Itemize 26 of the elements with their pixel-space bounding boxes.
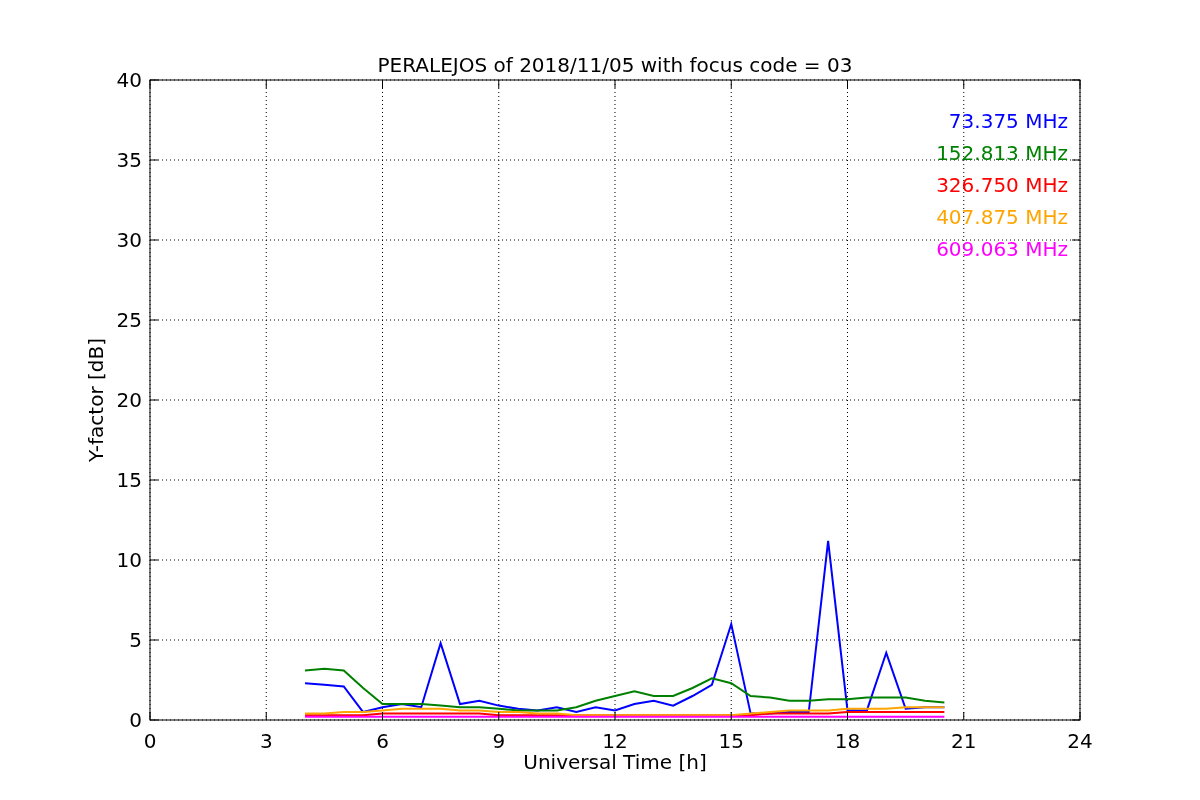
x-tick-label: 24 [1067,729,1093,753]
y-axis-label: Y-factor [dB] [84,338,108,462]
legend-label: 152.813 MHz [936,141,1068,165]
x-tick-label: 15 [718,729,744,753]
x-tick-label: 12 [602,729,628,753]
x-tick-label: 3 [259,729,273,753]
y-tick-label: 0 [129,708,142,732]
x-tick-label: 18 [834,729,861,753]
y-tick-label: 15 [116,468,142,492]
y-tick-label: 35 [116,148,142,172]
y-tick-label: 10 [116,548,142,572]
chart-title: PERALEJOS of 2018/11/05 with focus code = 03 [377,53,853,77]
x-tick-label: 6 [376,729,389,753]
legend-label: 73.375 MHz [948,109,1068,133]
x-tick-label: 21 [951,729,977,753]
y-tick-label: 25 [116,308,142,332]
y-tick-label: 20 [116,388,142,412]
legend-label: 407.875 MHz [936,205,1068,229]
x-tick-label: 0 [143,729,157,753]
legend-label: 326.750 MHz [936,173,1068,197]
x-tick-label: 9 [492,729,506,753]
x-axis-label: Universal Time [h] [523,750,707,774]
y-tick-label: 5 [129,628,142,652]
legend-label: 609.063 MHz [936,237,1068,261]
y-tick-label: 40 [116,68,142,92]
y-tick-label: 30 [116,228,142,252]
